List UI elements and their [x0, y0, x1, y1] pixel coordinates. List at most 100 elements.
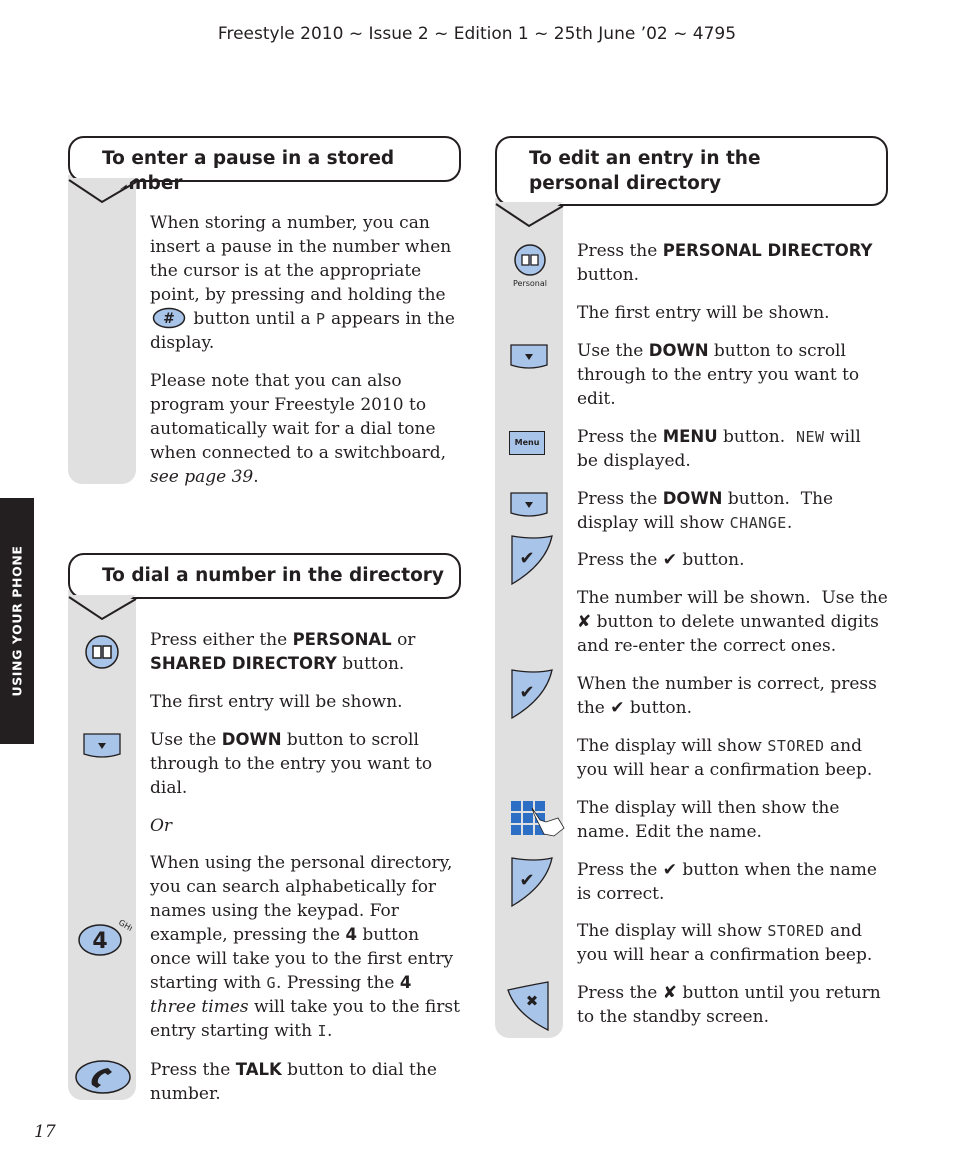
step-text: Use the DOWN button to scroll through to…: [577, 339, 867, 411]
section-title-bubble: To dial a number in the directory: [68, 553, 461, 599]
section-title-bubble: To edit an entry in the personal directo…: [495, 136, 888, 206]
text: button to delete unwanted digits and re-…: [577, 612, 879, 656]
hash-button-icon: #: [152, 307, 186, 329]
text: button.: [624, 698, 692, 718]
text: Press the: [577, 489, 663, 509]
text: Use the: [150, 730, 222, 750]
cancel-x-button-icon: ✖: [507, 981, 549, 1032]
down-arrow-button-icon: [83, 733, 121, 758]
page-number: 17: [34, 1122, 56, 1142]
svg-text:✖: ✖: [526, 992, 539, 1010]
down-arrow-button-icon: [510, 492, 548, 517]
icon-gutter: [495, 198, 563, 1038]
text: Use the: [577, 341, 649, 361]
check-button-icon: ✔: [511, 857, 553, 908]
button-name: 4: [345, 925, 358, 944]
svg-text:✔: ✔: [519, 548, 534, 569]
menu-label: Menu: [514, 438, 540, 447]
step-text: Press the PERSONAL DIRECTORY button.: [577, 239, 887, 287]
lcd-text: STORED: [767, 922, 825, 940]
bubble-tail: [68, 595, 137, 621]
text: The number will be shown. Use the: [577, 588, 894, 608]
text: The display will show: [577, 921, 768, 941]
check-icon: ✔: [662, 550, 677, 570]
step-text: Press the MENU button. NEW will be displ…: [577, 425, 877, 473]
lcd-text: P: [316, 310, 326, 328]
running-header: Freestyle 2010 ~ Issue 2 ~ Edition 1 ~ 2…: [217, 24, 737, 44]
text: Press either the: [150, 630, 293, 650]
lcd-text: I: [317, 1022, 327, 1040]
svg-text:#: #: [163, 311, 175, 327]
step-text: Or: [150, 814, 460, 838]
menu-button-icon: Menu: [509, 431, 545, 455]
icon-gutter: [68, 175, 136, 484]
check-button-icon: ✔: [511, 535, 553, 586]
bubble-tail: [495, 202, 564, 228]
text: Press the: [577, 550, 663, 570]
step-text: When storing a number, you can insert a …: [150, 211, 455, 355]
svg-text:✔: ✔: [519, 682, 534, 703]
text: The display will show: [577, 736, 768, 756]
check-button-icon: ✔: [511, 669, 553, 720]
button-name: 4: [399, 973, 412, 992]
step-text: When the number is correct, press the ✔ …: [577, 672, 877, 720]
button-name: PERSONAL DIRECTORY: [662, 241, 873, 260]
text: or: [391, 630, 416, 650]
page-reference-link[interactable]: see page 39: [150, 467, 253, 487]
text: .: [253, 467, 259, 487]
text: .: [786, 513, 793, 533]
lcd-text: STORED: [767, 737, 825, 755]
step-text: When using the personal directory, you c…: [150, 851, 462, 1043]
text: Press the: [577, 860, 663, 880]
text: Press the: [577, 427, 663, 447]
personal-label: Personal: [513, 279, 547, 288]
directory-book-button-icon: [85, 635, 119, 669]
text: Or: [150, 816, 173, 836]
step-text: The first entry will be shown.: [150, 692, 403, 712]
step-text: Press either the PERSONAL or SHARED DIRE…: [150, 628, 460, 676]
bubble-tail: [68, 178, 137, 204]
personal-directory-button-icon: Personal: [513, 244, 547, 288]
step-text: Press the ✔ button.: [577, 548, 887, 572]
text: button until a: [188, 309, 317, 329]
lcd-text: NEW: [795, 428, 825, 446]
button-name: TALK: [235, 1060, 282, 1079]
cross-icon: ✘: [577, 612, 592, 632]
step-text: The display will show STORED and you wil…: [577, 919, 887, 967]
step-text: Press the ✔ button when the name is corr…: [577, 858, 887, 906]
key-4-button-icon: 4 GHI: [78, 918, 132, 956]
step-text: Press the ✘ button until you return to t…: [577, 981, 887, 1029]
step-text: Press the TALK button to dial the number…: [150, 1058, 450, 1106]
svg-text:✔: ✔: [519, 870, 534, 891]
cross-icon: ✘: [662, 983, 677, 1003]
button-name: SHARED DIRECTORY: [150, 654, 337, 673]
text: Press the: [577, 983, 663, 1003]
step-text: Use the DOWN button to scroll through to…: [150, 728, 440, 800]
lcd-text: G: [266, 974, 277, 992]
lcd-text: CHANGE: [729, 514, 787, 532]
keypad-edit-icon: [511, 801, 565, 837]
step-text: Press the DOWN button. The display will …: [577, 487, 867, 535]
section-title: To edit an entry in the personal directo…: [529, 148, 761, 194]
down-arrow-button-icon: [510, 344, 548, 369]
step-text: Please note that you can also program yo…: [150, 369, 455, 489]
text: button.: [717, 427, 796, 447]
section-title: To enter a pause in a stored number: [102, 148, 395, 194]
button-name: MENU: [662, 427, 718, 446]
button-name: PERSONAL: [292, 630, 392, 649]
text: When storing a number, you can insert a …: [150, 213, 452, 305]
check-icon: ✔: [610, 698, 625, 718]
button-name: DOWN: [648, 341, 709, 360]
text: Press the: [150, 1060, 236, 1080]
text: button.: [336, 654, 405, 674]
key-digit: 4: [92, 929, 107, 954]
section-title: To dial a number in the directory: [102, 565, 444, 586]
check-icon: ✔: [662, 860, 677, 880]
text: . Pressing the: [276, 973, 400, 993]
section-title-bubble: To enter a pause in a stored number: [68, 136, 461, 194]
text: button.: [676, 550, 745, 570]
talk-button-icon: [75, 1060, 131, 1094]
button-name: DOWN: [662, 489, 723, 508]
text: three times: [150, 997, 249, 1017]
key-letters: GHI: [117, 918, 132, 933]
